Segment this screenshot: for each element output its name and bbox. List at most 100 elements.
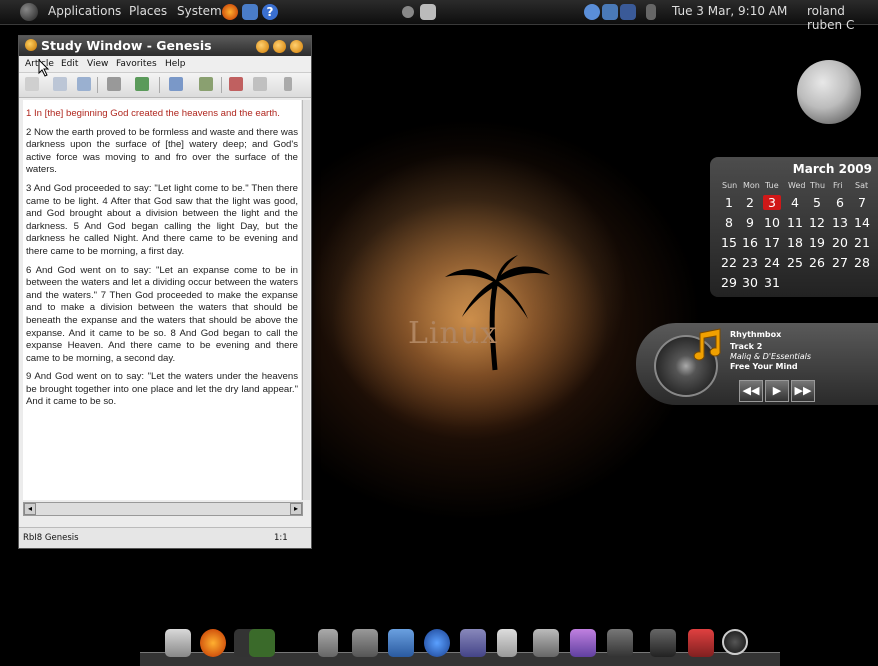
document-icon[interactable] [497,629,517,657]
media-indicator-icon[interactable] [602,4,618,20]
music-note-icon [693,328,721,361]
window-toolbar [19,73,311,98]
calendar-day[interactable]: 24 [763,255,781,270]
calendar-day[interactable]: 6 [831,195,849,210]
horizontal-scrollbar[interactable]: ◂ ▸ [23,502,303,516]
help-icon[interactable]: ? [262,4,278,20]
network-icon[interactable] [620,4,636,20]
verse-paragraph: 1 In [the] beginning God created the hea… [26,108,280,119]
media-player-icon[interactable] [388,629,414,657]
calendar-day[interactable]: 1 [720,195,738,210]
window-titlebar[interactable]: Study Window - Genesis [19,36,311,56]
minimize-button[interactable] [256,40,269,53]
list-icon[interactable] [107,77,121,91]
bible-text-area[interactable]: 1 In [the] beginning God created the hea… [23,100,301,500]
menu-places[interactable]: Places [129,4,167,18]
update-notifier-icon[interactable] [584,4,600,20]
calendar-day[interactable]: 26 [808,255,826,270]
toolbar-separator [221,77,222,93]
plant-icon[interactable] [249,629,275,657]
new-document-icon[interactable] [25,77,39,91]
maximize-button[interactable] [273,40,286,53]
rhythmbox-track: Track 2 [730,342,763,351]
print-icon[interactable] [53,77,67,91]
vertical-scrollbar[interactable] [302,100,310,500]
copy-icon[interactable] [77,77,91,91]
calendar-day[interactable]: 9 [741,215,759,230]
verse-paragraph: 3 And God proceeded to say: "Let light c… [26,182,298,257]
calendar-day[interactable]: 11 [786,215,804,230]
terminal-icon[interactable] [352,629,378,657]
menu-view[interactable]: View [87,59,108,69]
calendar-dayname: Thu [810,181,826,190]
window-title: Study Window - Genesis [41,38,212,53]
calendar-day[interactable]: 13 [831,215,849,230]
calendar-day[interactable]: 23 [741,255,759,270]
menu-favorites[interactable]: Favorites [116,59,157,69]
home-folder-icon[interactable] [165,629,191,657]
calendar-day[interactable]: 14 [853,215,871,230]
calendar-day[interactable]: 18 [786,235,804,250]
weather-icon[interactable] [402,6,414,18]
calendar-day[interactable]: 15 [720,235,738,250]
menu-edit[interactable]: Edit [61,59,78,69]
top-panel: Applications Places System ? Tue 3 Mar, … [0,0,878,32]
calendar-day[interactable]: 3 [763,195,781,210]
bookmark-dropdown-icon[interactable] [135,77,149,91]
menu-applications[interactable]: Applications [48,4,121,18]
firefox-launcher-icon[interactable] [222,4,238,20]
firefox-icon[interactable] [200,629,226,657]
next-track-button[interactable]: ▶▶ [791,380,815,402]
scroll-right-icon[interactable]: ▸ [290,503,302,515]
calendar-day[interactable]: 7 [853,195,871,210]
calendar-day[interactable]: 30 [741,275,759,290]
back-icon[interactable] [229,77,243,91]
calendar-day[interactable]: 5 [808,195,826,210]
calendar-day[interactable]: 21 [853,235,871,250]
film-icon[interactable] [460,629,486,657]
calendar-day[interactable]: 19 [808,235,826,250]
menu-help[interactable]: Help [165,59,186,69]
calendar-day[interactable]: 12 [808,215,826,230]
panel-user-name[interactable]: roland ruben C [807,4,878,32]
tools-icon[interactable] [199,77,213,91]
calendar-day[interactable]: 22 [720,255,738,270]
calendar-day[interactable]: 8 [720,215,738,230]
search-icon[interactable] [169,77,183,91]
printer-icon[interactable] [420,4,436,20]
network-manager-icon[interactable] [533,629,559,657]
trash-icon[interactable] [318,629,338,657]
calendar-day[interactable]: 27 [831,255,849,270]
panel-clock[interactable]: Tue 3 Mar, 9:10 AM [672,4,787,18]
power-icon[interactable] [722,629,748,655]
itunes-icon[interactable] [424,629,450,657]
calendar-dayname: Tue [765,181,779,190]
calendar-dayname: Mon [743,181,760,190]
forward-icon[interactable] [253,77,267,91]
system-monitor-icon[interactable] [650,629,676,657]
calendar-day[interactable]: 17 [763,235,781,250]
close-button[interactable] [290,40,303,53]
image-viewer-icon[interactable] [570,629,596,657]
study-window: Study Window - Genesis Article Edit View… [18,35,312,549]
calendar-day[interactable]: 29 [720,275,738,290]
calendar-day[interactable]: 16 [741,235,759,250]
play-button[interactable]: ▶ [765,380,789,402]
calendar-dock-icon[interactable] [688,629,714,657]
previous-track-button[interactable]: ◀◀ [739,380,763,402]
calendar-month: March 2009 [792,162,872,176]
calendar-day[interactable]: 2 [741,195,759,210]
calendar-day[interactable]: 4 [786,195,804,210]
calendar-day[interactable]: 31 [763,275,781,290]
calendar-day[interactable]: 20 [831,235,849,250]
calendar-day[interactable]: 10 [763,215,781,230]
display-icon[interactable] [607,629,633,657]
scroll-left-icon[interactable]: ◂ [24,503,36,515]
volume-icon[interactable] [646,4,656,20]
ubuntu-logo-icon[interactable] [20,3,38,21]
mail-launcher-icon[interactable] [242,4,258,20]
calendar-day[interactable]: 25 [786,255,804,270]
calendar-day[interactable]: 28 [853,255,871,270]
overflow-chevron-icon[interactable] [284,77,292,91]
menu-system[interactable]: System [177,4,222,18]
